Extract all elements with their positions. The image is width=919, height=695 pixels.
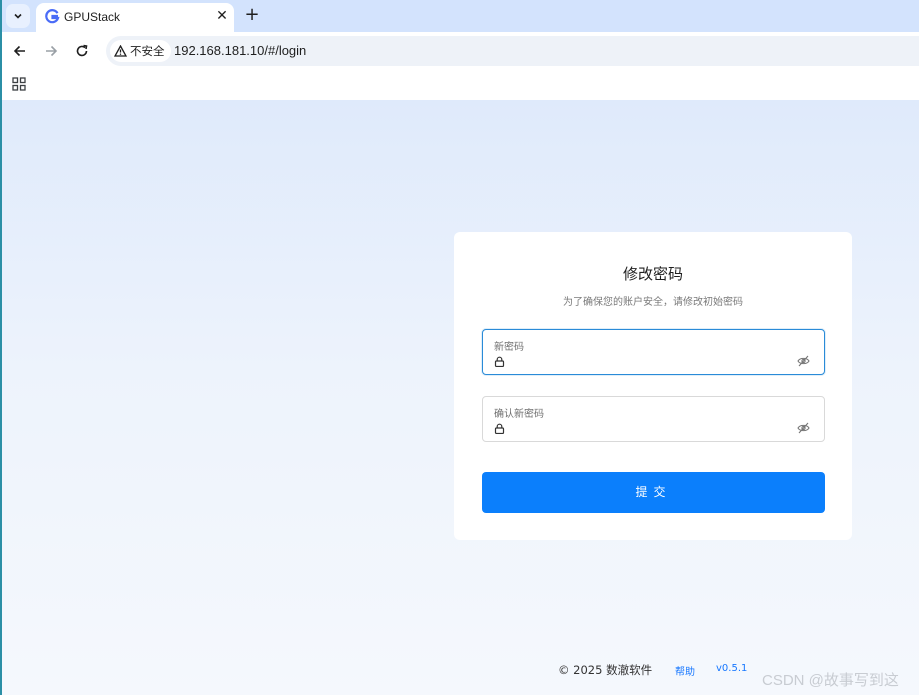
new-password-field[interactable]: 新密码	[482, 329, 825, 375]
security-label: 不安全	[130, 44, 165, 58]
version-link[interactable]: v0.5.1	[716, 663, 747, 674]
security-indicator[interactable]: 不安全	[110, 40, 171, 62]
url-text[interactable]: 192.168.181.10/#/login	[174, 43, 306, 58]
reload-button[interactable]	[72, 41, 92, 61]
back-button[interactable]	[10, 41, 30, 61]
new-tab-button[interactable]: +	[242, 5, 262, 25]
forward-arrow-icon	[46, 45, 58, 57]
change-password-card: 修改密码 为了确保您的账户安全，请修改初始密码 新密码 确认新密码 提交	[454, 232, 852, 540]
confirm-password-label: 确认新密码	[494, 409, 544, 420]
forward-button[interactable]	[41, 41, 61, 61]
browser-tab[interactable]: GPUStack ✕	[36, 3, 234, 32]
tab-search-button[interactable]	[6, 4, 30, 28]
copyright-text: © 2025 数澈软件	[558, 663, 653, 677]
tab-strip: GPUStack ✕ +	[0, 0, 919, 32]
gpustack-logo-icon	[45, 9, 60, 24]
address-bar[interactable]: 不安全 192.168.181.10/#/login	[106, 36, 919, 66]
lock-icon	[494, 423, 505, 434]
eye-off-icon[interactable]	[797, 355, 810, 367]
tab-title: GPUStack	[64, 10, 121, 24]
submit-button[interactable]: 提交	[482, 472, 825, 513]
chevron-down-icon	[14, 13, 22, 19]
eye-off-icon[interactable]	[797, 422, 810, 434]
page-content: 修改密码 为了确保您的账户安全，请修改初始密码 新密码 确认新密码 提交 © 2…	[0, 100, 919, 695]
lock-icon	[494, 356, 505, 367]
confirm-password-input[interactable]	[511, 420, 791, 436]
confirm-password-field[interactable]: 确认新密码	[482, 396, 825, 442]
apps-grid-icon[interactable]	[12, 77, 26, 91]
browser-toolbar: 不安全 192.168.181.10/#/login	[0, 32, 919, 70]
new-password-label: 新密码	[494, 342, 524, 353]
card-subtitle: 为了确保您的账户安全，请修改初始密码	[563, 297, 743, 308]
card-title: 修改密码	[622, 265, 683, 283]
help-link[interactable]: 帮助	[675, 663, 695, 678]
new-password-input[interactable]	[511, 353, 791, 369]
watermark: CSDN @故事写到这	[762, 672, 899, 689]
window-edge	[0, 0, 2, 695]
reload-icon	[76, 44, 88, 57]
back-arrow-icon	[13, 45, 25, 57]
bookmarks-bar	[0, 70, 919, 100]
warning-icon	[114, 45, 127, 57]
close-tab-icon[interactable]: ✕	[214, 8, 230, 24]
